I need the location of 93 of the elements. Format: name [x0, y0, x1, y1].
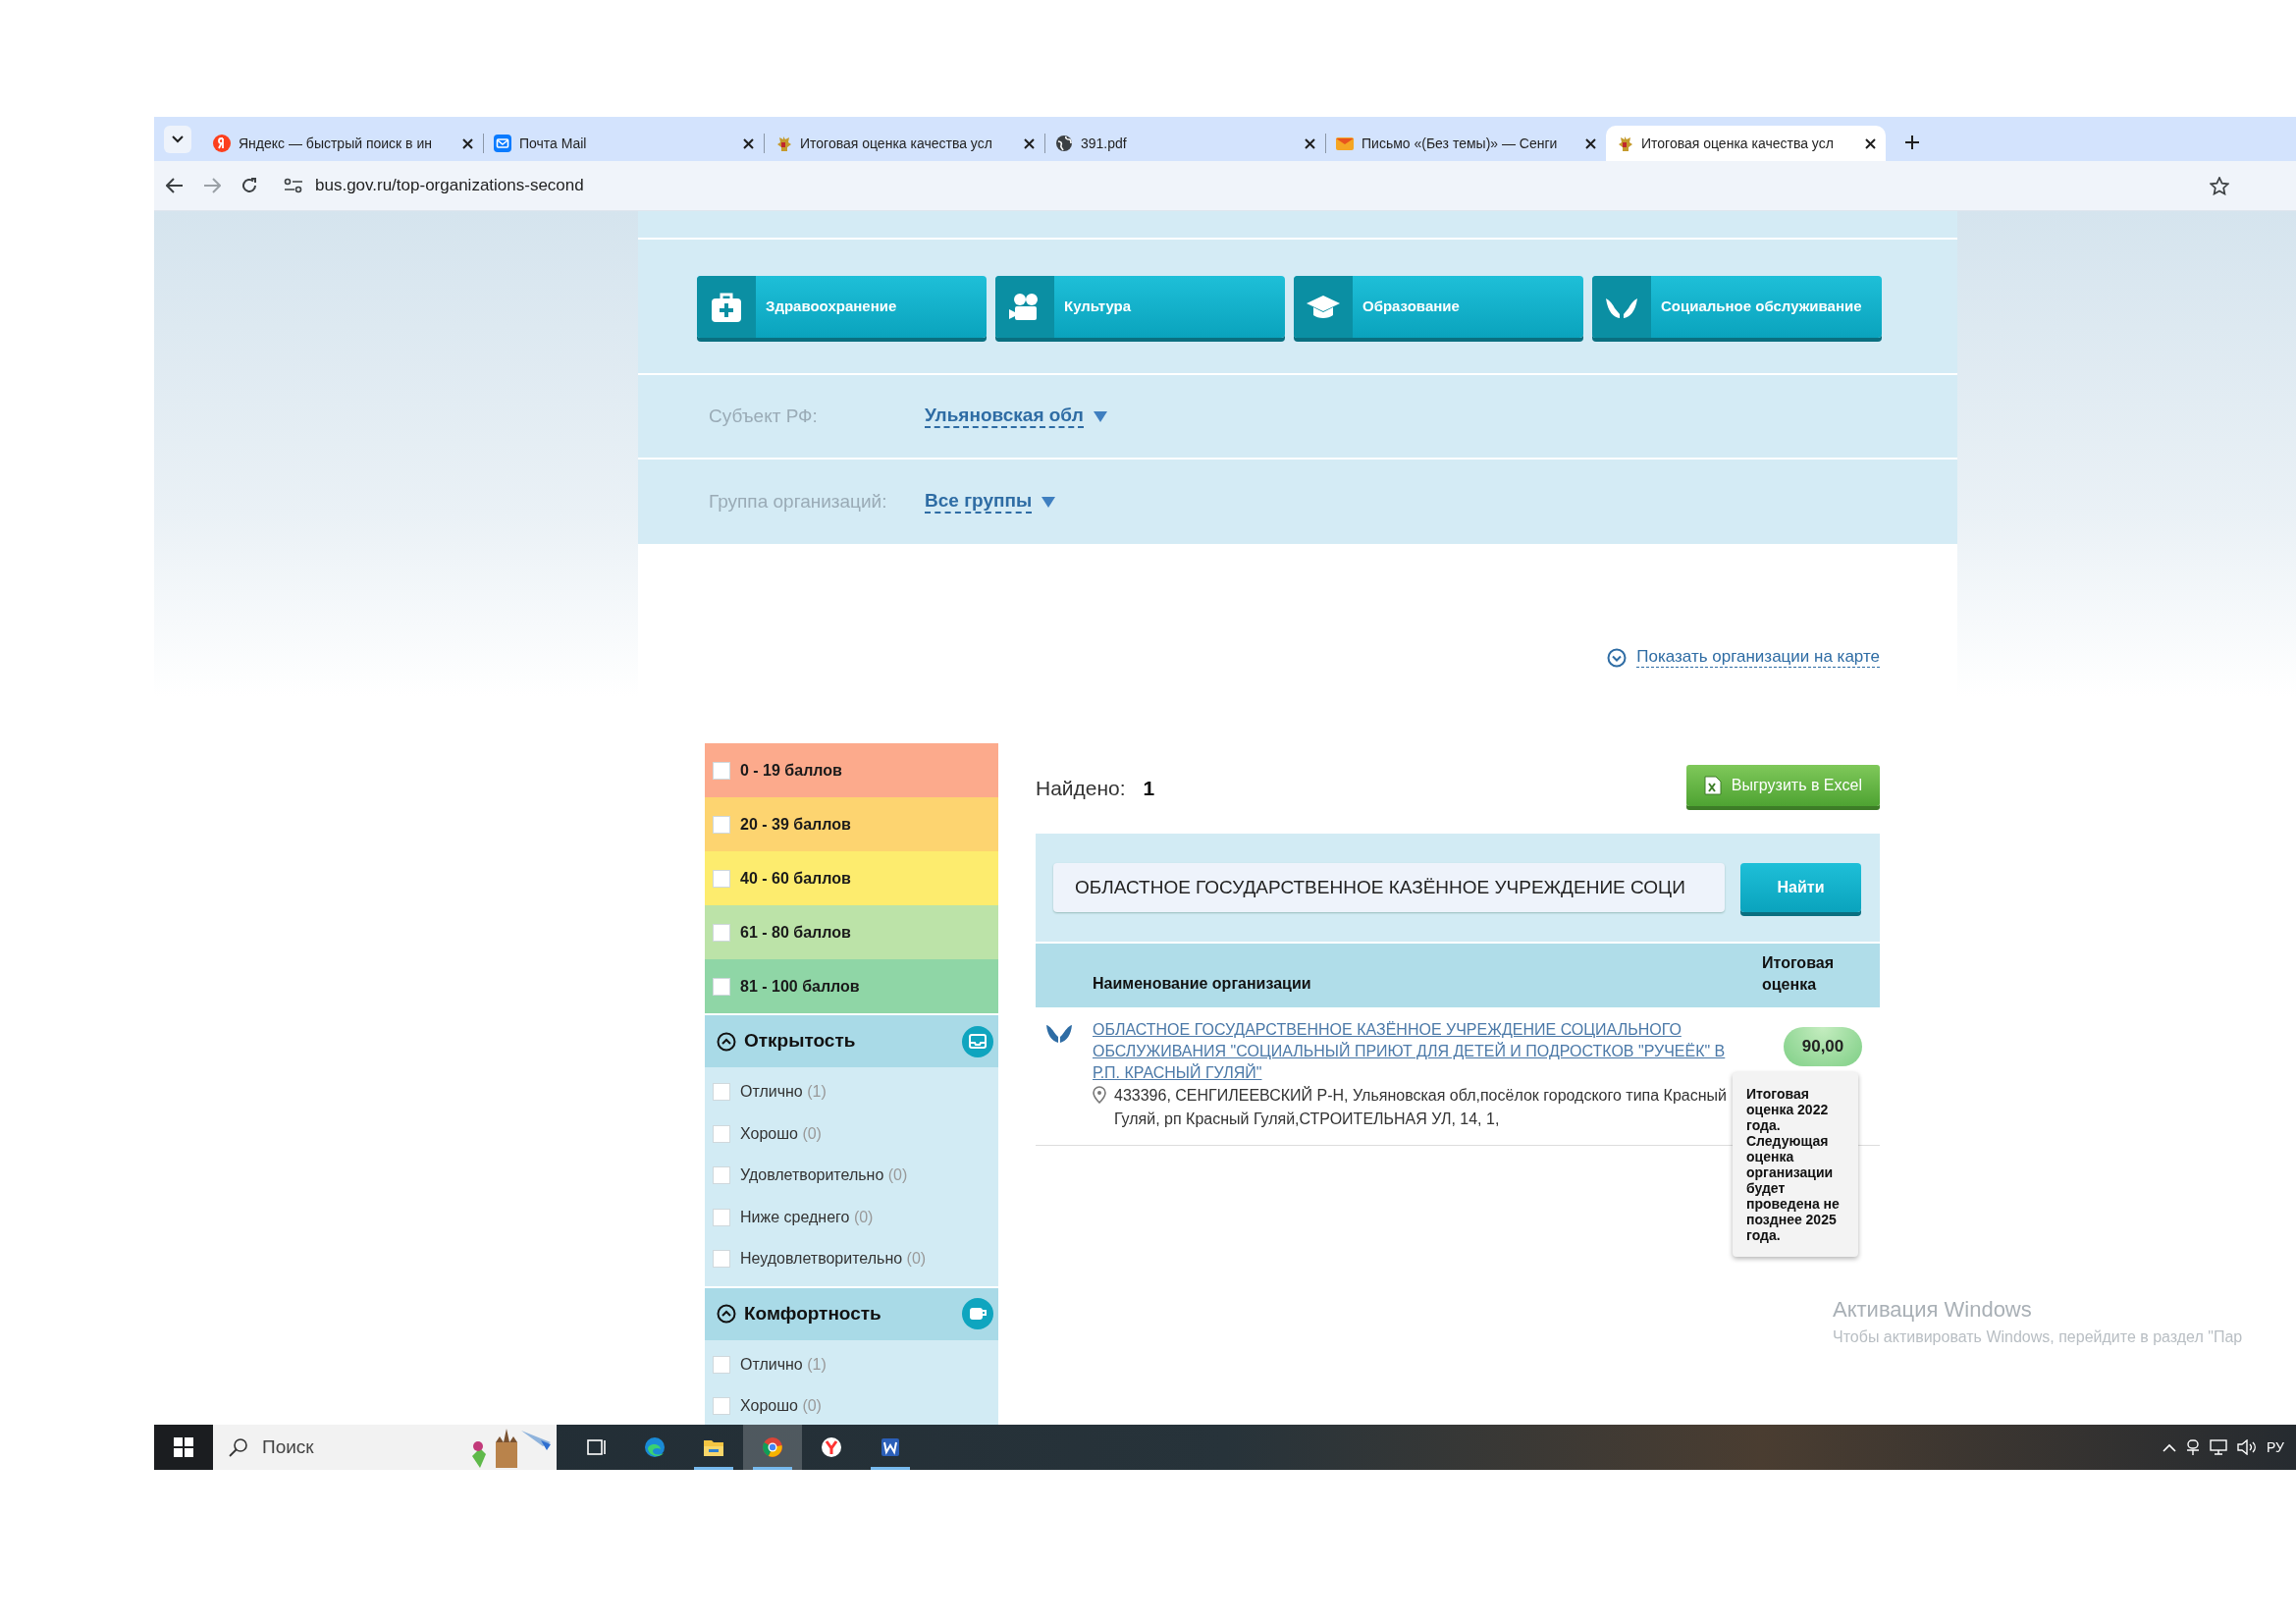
- chevron-circle-icon: [1607, 647, 1628, 668]
- checkbox[interactable]: [713, 1355, 730, 1374]
- site-settings-icon[interactable]: [284, 178, 303, 193]
- column-header: Наименование организации: [1093, 974, 1312, 994]
- score-range-row[interactable]: 61 - 80 баллов: [705, 905, 998, 959]
- plus-icon: [1905, 135, 1919, 149]
- speaker-icon[interactable]: [2237, 1439, 2257, 1455]
- filter-label: Субъект РФ:: [709, 404, 819, 428]
- map-link[interactable]: Показать организации на карте: [1607, 647, 1880, 668]
- envelope-icon: [1336, 135, 1354, 152]
- network-icon[interactable]: [2210, 1439, 2227, 1455]
- dropdown-arrow-icon: [1041, 496, 1056, 508]
- activation-text: Чтобы активировать Windows, перейдите в раздел "Пар: [1833, 1327, 2244, 1347]
- bookmark-star-icon[interactable]: [2210, 176, 2229, 195]
- back-icon[interactable]: [166, 178, 184, 193]
- score-range-row[interactable]: 0 - 19 баллов: [705, 743, 998, 797]
- language-indicator[interactable]: РУ: [2267, 1436, 2288, 1458]
- taskbar-search-field[interactable]: Поиск: [213, 1425, 557, 1470]
- browser-tab[interactable]: Почта Mail: [484, 126, 764, 161]
- range-label: 61 - 80 баллов: [740, 922, 851, 943]
- organization-address: 433396, СЕНГИЛЕЕВСКИЙ Р-Н, Ульяновская обл,посёлок городского типа Красный Гуляй, рп Красный Гуляй,СТРОИТЕЛЬНАЯ УЛ, 14, 1,: [1114, 1085, 1728, 1129]
- collapse-icon: [717, 1031, 736, 1052]
- option-label: Хорошо (0): [740, 1123, 822, 1144]
- close-icon[interactable]: [1585, 137, 1596, 149]
- yandex-icon: [213, 135, 231, 152]
- option-label: Хорошо (0): [740, 1396, 822, 1417]
- mail-icon: [494, 135, 511, 152]
- yandex-browser-icon: [821, 1436, 842, 1458]
- globe-icon: [1055, 135, 1073, 152]
- collapse-icon: [717, 1304, 736, 1324]
- edge-icon: [644, 1436, 666, 1458]
- range-label: 81 - 100 баллов: [740, 976, 860, 997]
- filter-dropdown[interactable]: Все группы: [925, 490, 1056, 514]
- tab-list-button[interactable]: [164, 126, 191, 153]
- section-header[interactable]: Комфортность: [705, 1287, 998, 1340]
- close-icon[interactable]: [1865, 137, 1876, 149]
- option-label: Ниже среднего (0): [740, 1207, 874, 1227]
- start-button[interactable]: [154, 1425, 213, 1470]
- filter-dropdown[interactable]: Ульяновская обл: [925, 405, 1107, 428]
- checkbox[interactable]: [713, 1208, 730, 1226]
- option-label: Удовлетворительно (0): [740, 1165, 908, 1186]
- activation-title: Активация Windows: [1833, 1296, 2033, 1324]
- word-icon: [880, 1436, 901, 1458]
- location-pin-icon: [1093, 1086, 1106, 1104]
- option-label: Неудовлетворительно (0): [740, 1249, 927, 1270]
- cup-icon: [962, 1298, 993, 1329]
- browser-tab[interactable]: Итоговая оценка качества усл: [765, 126, 1044, 161]
- checkbox[interactable]: [713, 761, 730, 780]
- organization-link[interactable]: ОБЛАСТНОЕ ГОСУДАРСТВЕННОЕ КАЗЁННОЕ УЧРЕЖДЕНИЕ СОЦИАЛЬНОГО ОБСЛУЖИВАНИЯ "СОЦИАЛЬНЫЙ ПРИЮТ ДЛЯ ДЕТЕЙ И ПОДРОСТКОВ "РУЧЕЁК" В Р.П. КРАСНЫЙ ГУЛЯЙ": [1093, 1019, 1735, 1084]
- close-icon[interactable]: [743, 137, 754, 149]
- score-badge: 90,00: [1784, 1027, 1862, 1066]
- checkbox[interactable]: [713, 1124, 730, 1143]
- checkbox[interactable]: [713, 977, 730, 996]
- found-count: Найдено: 1: [1036, 776, 1155, 802]
- search-field[interactable]: ОБЛАСТНОЕ ГОСУДАРСТВЕННОЕ КАЗЁННОЕ УЧРЕЖДЕНИЕ СОЦИ: [1053, 863, 1725, 912]
- chevron-up-icon[interactable]: [2163, 1442, 2176, 1452]
- filter-label: Группа организаций:: [709, 489, 888, 514]
- medical-kit-icon: [709, 291, 744, 322]
- option-label: Отлично (1): [740, 1354, 827, 1375]
- checkbox[interactable]: [713, 1250, 730, 1269]
- close-icon[interactable]: [462, 137, 473, 149]
- range-label: 40 - 60 баллов: [740, 868, 851, 889]
- spreadsheet-icon: [1703, 776, 1722, 795]
- score-range-row[interactable]: 40 - 60 баллов: [705, 851, 998, 905]
- checkbox[interactable]: [713, 815, 730, 834]
- inbox-icon: [962, 1025, 993, 1057]
- column-header: Итоговая оценка: [1762, 953, 1835, 995]
- browser-tab[interactable]: Яндекс — быстрый поиск в ин: [203, 126, 483, 161]
- checkbox[interactable]: [713, 869, 730, 888]
- search-icon: [229, 1437, 248, 1457]
- option-label: Отлично (1): [740, 1082, 827, 1103]
- chrome-icon: [762, 1436, 783, 1458]
- checkbox[interactable]: [713, 1166, 730, 1185]
- close-icon[interactable]: [1305, 137, 1315, 149]
- reload-icon[interactable]: [240, 177, 258, 194]
- browser-tab[interactable]: Письмо «(Без темы)» — Сенги: [1326, 126, 1606, 161]
- checkbox[interactable]: [713, 1397, 730, 1416]
- checkbox[interactable]: [713, 1083, 730, 1102]
- score-tooltip: Итоговая оценка 2022 года. Следующая оценка организации будет проведена не позднее 2025 года.: [1733, 1072, 1858, 1257]
- checkbox[interactable]: [713, 923, 730, 942]
- windows-icon: [174, 1437, 193, 1457]
- score-range-row[interactable]: 81 - 100 баллов: [705, 959, 998, 1013]
- close-icon[interactable]: [1024, 137, 1035, 149]
- chevron-down-icon: [172, 135, 184, 143]
- hands-icon: [1045, 1023, 1073, 1045]
- dropdown-arrow-icon: [1093, 410, 1107, 422]
- score-range-row[interactable]: 20 - 39 баллов: [705, 797, 998, 851]
- section-header[interactable]: Открытость: [705, 1015, 998, 1067]
- browser-tab[interactable]: 391.pdf: [1045, 126, 1325, 161]
- browser-tab[interactable]: Итоговая оценка качества усл: [1606, 126, 1886, 161]
- range-label: 20 - 39 баллов: [740, 814, 851, 835]
- task-view-icon: [585, 1436, 607, 1458]
- range-label: 0 - 19 баллов: [740, 760, 842, 781]
